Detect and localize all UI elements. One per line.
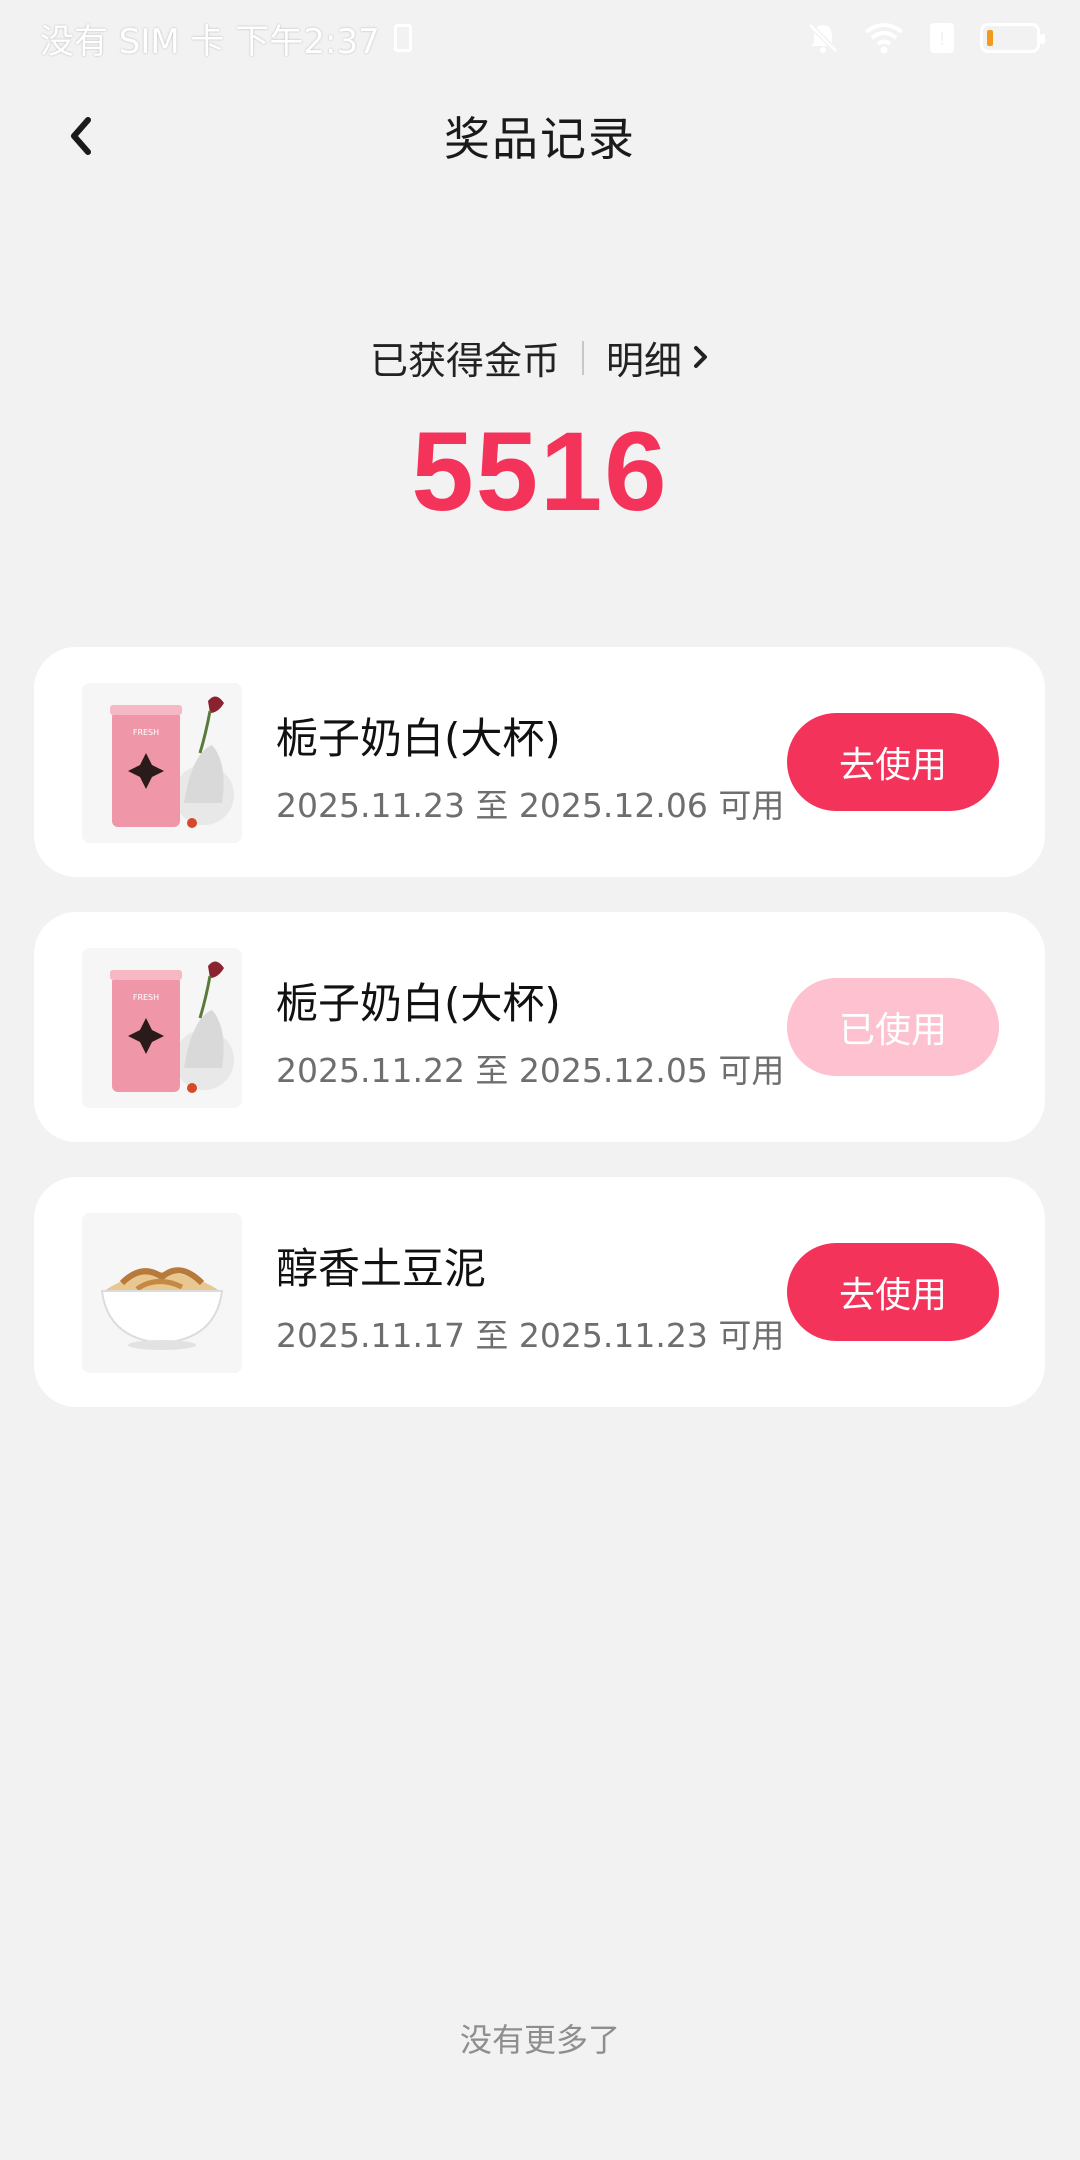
header: 奖品记录	[0, 80, 1080, 192]
mute-bell-icon	[806, 21, 840, 55]
prize-card: FRESH 栀子奶白(大杯) 2025.11.23 至 2025.12.06 可…	[34, 647, 1045, 877]
svg-text:FRESH: FRESH	[133, 993, 159, 1002]
item-name: 栀子奶白(大杯)	[276, 979, 561, 1028]
coins-label-row: 已获得金币 明细	[370, 330, 710, 385]
coins-label: 已获得金币	[369, 339, 560, 383]
svg-text:!: !	[938, 29, 945, 50]
no-more-text: 没有更多了	[459, 2021, 620, 2059]
prize-card: 醇香土豆泥 2025.11.17 至 2025.11.23 可用 去使用	[34, 1177, 1045, 1407]
divider	[582, 340, 584, 375]
detail-label: 明细	[606, 339, 683, 383]
status-left: 没有 SIM 卡 下午2:37	[40, 14, 412, 63]
back-button[interactable]	[50, 108, 110, 168]
wifi-icon	[864, 22, 904, 54]
item-date: 2025.11.17 至 2025.11.23 可用	[276, 1316, 785, 1355]
sim-icon	[393, 24, 412, 52]
item-name: 栀子奶白(大杯)	[276, 714, 561, 763]
item-name: 醇香土豆泥	[276, 1244, 487, 1293]
milk-tea-cup-image: FRESH	[82, 683, 242, 843]
battery-icon	[980, 23, 1045, 53]
detail-link[interactable]: 明细	[606, 330, 710, 385]
prize-card: FRESH 栀子奶白(大杯) 2025.11.22 至 2025.12.05 可…	[34, 912, 1045, 1142]
coins-summary: 已获得金币 明细 5516	[0, 330, 1080, 536]
item-date: 2025.11.23 至 2025.12.06 可用	[276, 786, 785, 825]
chevron-left-icon	[64, 114, 96, 162]
status-right: !	[806, 21, 1045, 55]
battery-level	[987, 30, 993, 46]
svg-text:FRESH: FRESH	[133, 728, 159, 737]
status-text: 没有 SIM 卡 下午2:37	[40, 21, 380, 62]
page: 没有 SIM 卡 下午2:37 ! 奖品记录 已获得金币 明细 5516 FRE…	[0, 0, 1080, 2160]
use-button[interactable]: 去使用	[787, 1243, 999, 1341]
coin-value: 5516	[411, 409, 669, 534]
page-title: 奖品记录	[444, 112, 636, 166]
status-bar: 没有 SIM 卡 下午2:37 !	[0, 0, 1080, 76]
milk-tea-cup-image: FRESH	[82, 948, 242, 1108]
use-button[interactable]: 去使用	[787, 713, 999, 811]
mashed-potato-bowl-image	[82, 1213, 242, 1373]
sim-chip-icon: !	[928, 21, 956, 55]
chevron-right-icon	[692, 336, 710, 380]
used-button[interactable]: 已使用	[787, 978, 999, 1076]
item-date: 2025.11.22 至 2025.12.05 可用	[276, 1051, 785, 1090]
